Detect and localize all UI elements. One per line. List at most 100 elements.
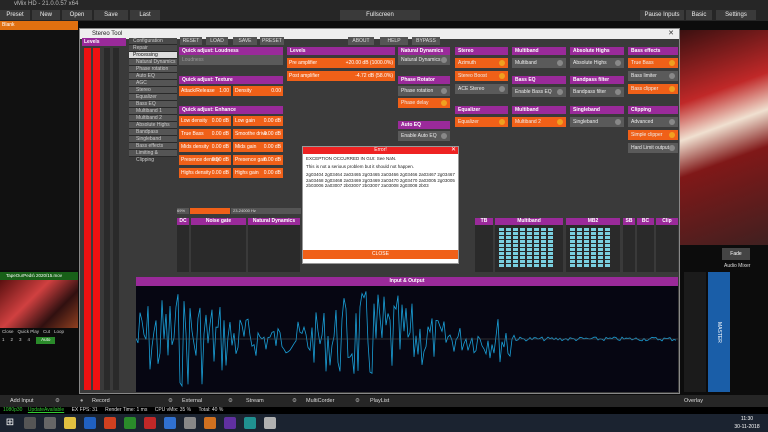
enhance-knob[interactable]: Highs density 0.00 dB — [179, 168, 231, 178]
absolute-highs-toggle[interactable]: Absolute Highs — [570, 58, 624, 68]
auto-eq-toggle[interactable]: Enable Auto EQ — [398, 131, 450, 141]
external-gear-icon[interactable]: ⚙ — [168, 396, 176, 406]
freq-bar[interactable] — [190, 208, 230, 214]
multiband-2-toggle[interactable]: Multiband 2 — [512, 117, 566, 127]
bass-limiter-toggle[interactable]: Bass limiter — [628, 71, 678, 81]
bass-clipper-toggle[interactable]: Bass clipper — [628, 84, 678, 94]
ace-stereo-toggle[interactable]: ACE Stereo — [455, 84, 508, 94]
app-icon-9[interactable] — [264, 417, 276, 429]
record-icon[interactable]: ● — [80, 396, 88, 406]
phase-delay-toggle[interactable]: Phase delay — [398, 98, 450, 108]
density-knob[interactable]: Density 0.00 — [233, 86, 283, 96]
error-close-icon[interactable]: ✕ — [451, 147, 456, 154]
about-button[interactable]: ABOUT — [348, 37, 374, 45]
enhance-knob[interactable]: Low gain 0.00 dB — [233, 116, 283, 126]
app-icon-6[interactable] — [204, 417, 216, 429]
azimuth-toggle[interactable]: Azimuth — [455, 58, 508, 68]
audio-strip[interactable] — [684, 272, 706, 392]
advanced-clip-toggle[interactable]: Advanced — [628, 117, 678, 127]
taskview-icon[interactable] — [44, 417, 56, 429]
input-num-4[interactable]: 4 — [28, 337, 31, 344]
windows-start-icon[interactable]: ⊞ — [4, 417, 16, 429]
new-button[interactable]: New — [32, 10, 60, 20]
app-icon-7[interactable] — [224, 417, 236, 429]
enhance-knob[interactable]: Low density 0.00 dB — [179, 116, 231, 126]
record-button[interactable]: Record — [92, 396, 122, 406]
menu-configuration[interactable]: Configuration — [129, 38, 177, 45]
multiband-toggle[interactable]: Multiband — [512, 58, 566, 68]
external-button[interactable]: External — [182, 396, 212, 406]
save-button[interactable]: Save — [94, 10, 128, 20]
add-input-button[interactable]: Add Input — [10, 396, 50, 406]
overlay-button[interactable]: Overlay — [684, 396, 710, 406]
menu-auto-eq[interactable]: Auto EQ — [129, 73, 177, 80]
natural-dynamics-toggle[interactable]: Natural Dynamics — [398, 55, 450, 65]
preset-select-button[interactable]: PRESET — [260, 37, 284, 45]
fullscreen-button[interactable]: Fullscreen — [340, 10, 420, 20]
stereo-boost-toggle[interactable]: Stereo Boost — [455, 71, 508, 81]
app-icon-2[interactable] — [124, 417, 136, 429]
menu-bass-effects[interactable]: Bass effects — [129, 143, 177, 150]
app-icon-1[interactable] — [104, 417, 116, 429]
menu-multiband-1[interactable]: Multiband 1 — [129, 108, 177, 115]
bypass-button[interactable]: BYPASS — [412, 37, 440, 45]
menu-repair[interactable]: Repair — [129, 45, 177, 52]
menu-phase-rotation[interactable]: Phase rotation — [129, 66, 177, 73]
open-button[interactable]: Open — [62, 10, 92, 20]
input-audio-auto[interactable]: Auto — [36, 337, 56, 344]
stream-button[interactable]: Stream — [246, 396, 276, 406]
last-button[interactable]: Last — [130, 10, 160, 20]
error-close-button[interactable]: CLOSE — [303, 250, 458, 259]
input-quickplay-button[interactable]: Quick Play — [18, 329, 40, 336]
menu-equalizer[interactable]: Equalizer — [129, 94, 177, 101]
app-icon-5[interactable] — [184, 417, 196, 429]
input-loop-button[interactable]: Loop — [54, 329, 64, 336]
gear-icon[interactable]: ⚙ — [55, 396, 63, 406]
load-button[interactable]: LOAD — [206, 37, 228, 45]
hard-limit-toggle[interactable]: Hard Limit output — [628, 143, 678, 153]
input-close-button[interactable]: Close — [2, 329, 14, 336]
enhance-knob[interactable]: Presence gain 0.00 dB — [233, 155, 283, 165]
input-cut-button[interactable]: Cut — [43, 329, 50, 336]
multicorder-button[interactable]: MultiCorder — [306, 396, 346, 406]
true-bass-toggle[interactable]: True Bass — [628, 58, 678, 68]
close-icon[interactable]: ✕ — [667, 30, 675, 38]
menu-bandpass[interactable]: Bandpass — [129, 129, 177, 136]
reset-button[interactable]: RESET — [180, 37, 202, 45]
bandpass-toggle[interactable]: Bandpass filter — [570, 87, 624, 97]
phase-rotation-toggle[interactable]: Phase rotation — [398, 86, 450, 96]
stream-gear-icon[interactable]: ⚙ — [228, 396, 236, 406]
save-preset-button[interactable]: SAVE — [233, 37, 257, 45]
pause-inputs-button[interactable]: Pause Inputs — [640, 10, 684, 20]
enhance-knob[interactable]: Smoothe drive 0.00 dB — [233, 129, 283, 139]
search-icon[interactable] — [24, 417, 36, 429]
post-amplifier-slider[interactable]: Post amplifier -4.72 dB (58.0%) — [287, 71, 395, 81]
status-update[interactable]: UpdateAvailable — [28, 407, 64, 413]
menu-agc[interactable]: AGC — [129, 80, 177, 87]
settings-button[interactable]: Settings — [716, 10, 756, 20]
explorer-icon[interactable] — [64, 417, 76, 429]
enhance-knob[interactable]: Mids gain 0.00 dB — [233, 142, 283, 152]
playlist-gear-icon[interactable]: ⚙ — [355, 396, 363, 406]
preset-button[interactable]: Preset — [0, 10, 30, 20]
enhance-knob[interactable]: Mids density 0.00 dB — [179, 142, 231, 152]
basic-button[interactable]: Basic — [686, 10, 712, 20]
singleband-toggle[interactable]: Singleband — [570, 117, 624, 127]
attack-release-knob[interactable]: Attack/Release 1.00 — [179, 86, 231, 96]
menu-absolute-highs[interactable]: Absolute Highs — [129, 122, 177, 129]
master-strip[interactable]: MASTER — [708, 272, 730, 392]
input-thumbnail[interactable] — [0, 280, 78, 328]
pre-amplifier-slider[interactable]: Pre amplifier +20.00 dB (1000.0%) — [287, 58, 395, 68]
app-icon-8[interactable] — [244, 417, 256, 429]
input-num-2[interactable]: 2 — [11, 337, 14, 344]
equalizer-toggle[interactable]: Equalizer — [455, 117, 508, 127]
multicorder-gear-icon[interactable]: ⚙ — [292, 396, 300, 406]
input-num-1[interactable]: 1 — [2, 337, 5, 344]
menu-limiting-clipping[interactable]: Limiting & Clipping — [129, 150, 177, 163]
menu-stereo[interactable]: Stereo — [129, 87, 177, 94]
input-num-3[interactable]: 3 — [19, 337, 22, 344]
app-icon-4[interactable] — [164, 417, 176, 429]
fade-button[interactable]: Fade — [722, 248, 750, 260]
menu-bass-eq[interactable]: Bass EQ — [129, 101, 177, 108]
menu-multiband-2[interactable]: Multiband 2 — [129, 115, 177, 122]
